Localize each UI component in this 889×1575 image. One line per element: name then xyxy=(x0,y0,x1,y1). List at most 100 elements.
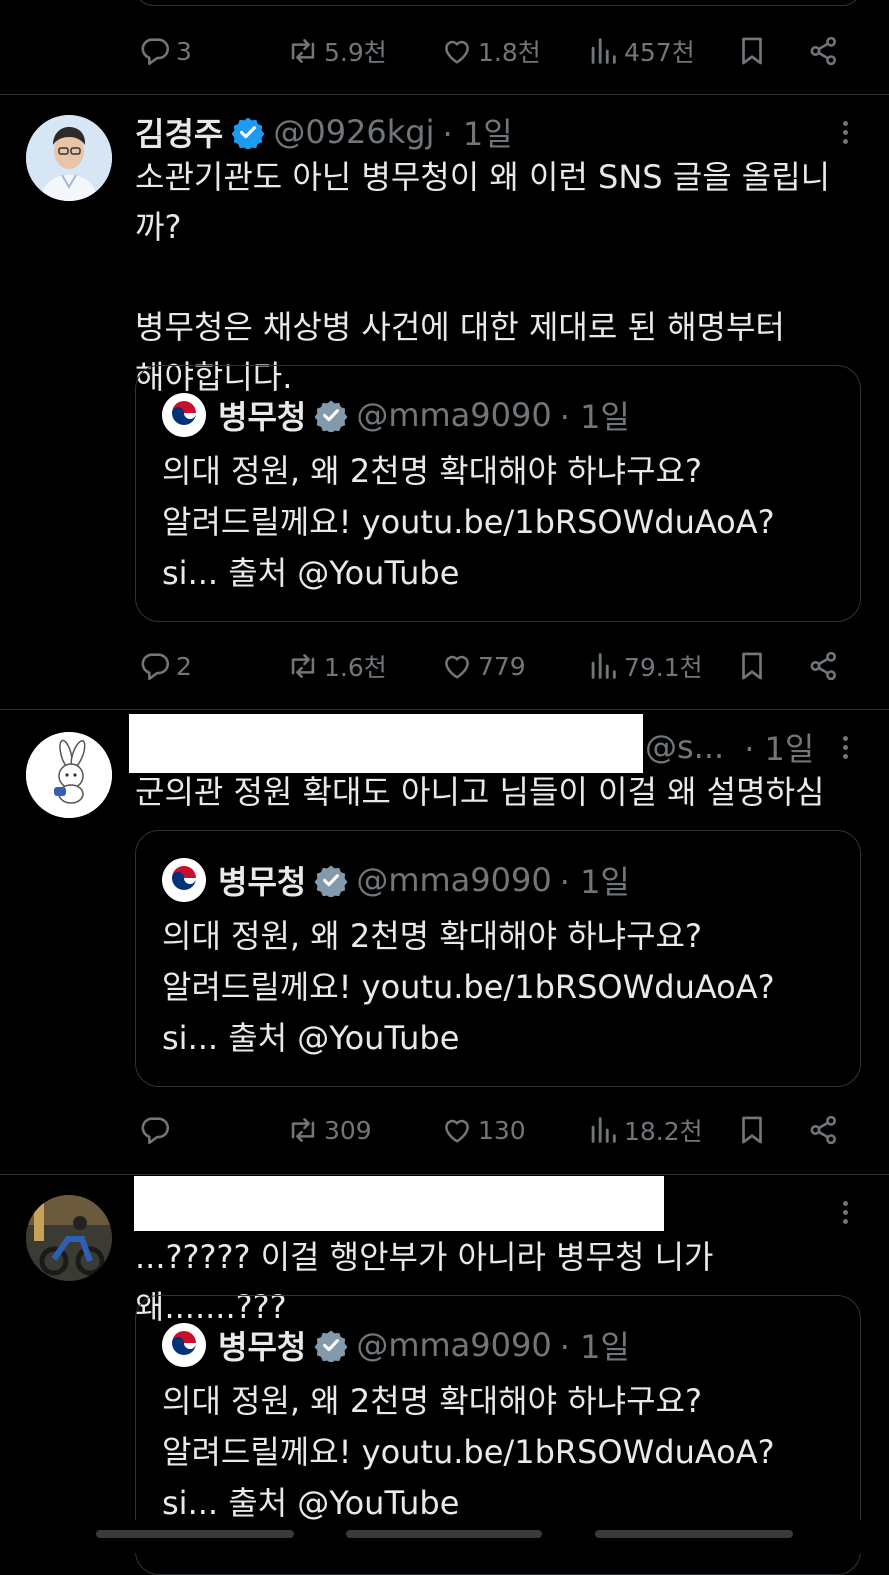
views-button[interactable]: 79.1천 xyxy=(586,646,703,686)
repost-count: 309 xyxy=(324,1115,372,1145)
verified-gov-icon xyxy=(314,398,348,432)
like-icon xyxy=(440,649,474,683)
post-text: 군의관 정원 확대도 아니고 님들이 이걸 왜 설명하심 xyxy=(135,773,825,811)
quote-time: · 1일 xyxy=(559,1328,630,1366)
post-time: · 1일 xyxy=(744,730,815,768)
mma-logo-icon xyxy=(162,1323,206,1367)
mma-logo-icon xyxy=(162,393,206,437)
views-icon xyxy=(586,1113,620,1147)
mma-logo-icon xyxy=(162,858,206,902)
more-button[interactable] xyxy=(830,732,860,762)
reply-count: 2 xyxy=(176,651,192,681)
avatar-motorcycle-photo xyxy=(26,1195,112,1281)
reply-button[interactable]: 2 xyxy=(138,646,192,686)
avatar-rabbit-image xyxy=(26,732,112,818)
post-2[interactable]: @s... · 1일 군의관 정원 확대도 아니고 님들이 이걸 왜 설명하심 … xyxy=(0,710,889,1173)
repost-icon xyxy=(286,649,320,683)
like-count: 130 xyxy=(478,1115,526,1145)
quote-handle: @mma9090 xyxy=(356,396,552,434)
repost-button[interactable]: 1.6천 xyxy=(286,646,387,686)
repost-count: 5.9천 xyxy=(324,38,387,67)
view-count: 457천 xyxy=(624,38,695,67)
repost-count: 1.6천 xyxy=(324,653,387,682)
user-handle[interactable]: @0926kgj xyxy=(273,113,434,151)
reply-icon xyxy=(138,649,172,683)
nav-indicator[interactable] xyxy=(346,1530,542,1538)
redacted-name xyxy=(134,1176,664,1231)
redacted-name xyxy=(129,714,643,773)
post-time: · 1일 xyxy=(442,115,513,153)
views-button[interactable]: 18.2천 xyxy=(586,1110,703,1150)
prev-post-quote-edge xyxy=(135,0,861,6)
quote-time: · 1일 xyxy=(559,398,630,436)
bookmark-icon xyxy=(735,34,769,68)
avatar[interactable] xyxy=(26,1195,112,1281)
prev-post-actions: 3 5.9천 1.8천 457천 xyxy=(0,31,889,71)
post-header: 김경주 @0926kgj · 1일 xyxy=(135,109,513,155)
bookmark-button[interactable] xyxy=(735,31,769,71)
avatar[interactable] xyxy=(26,732,112,818)
views-button[interactable]: 457천 xyxy=(586,31,695,71)
quote-header: 병무청 @mma9090 · 1일 xyxy=(162,857,630,903)
repost-button[interactable]: 5.9천 xyxy=(286,31,387,71)
reply-icon xyxy=(138,1113,172,1147)
bookmark-icon xyxy=(735,649,769,683)
share-button[interactable] xyxy=(807,646,841,686)
user-handle[interactable]: @s... xyxy=(645,728,724,766)
post-1[interactable]: 김경주 @0926kgj · 1일 소관기관도 아닌 병무청이 왜 이런 SNS… xyxy=(0,95,889,707)
display-name[interactable]: 김경주 xyxy=(135,109,223,155)
like-icon xyxy=(440,34,474,68)
quote-time: · 1일 xyxy=(559,863,630,901)
share-icon xyxy=(807,1113,841,1147)
quote-handle: @mma9090 xyxy=(356,1326,552,1364)
like-button[interactable]: 130 xyxy=(440,1110,526,1150)
bookmark-button[interactable] xyxy=(735,1110,769,1150)
repost-icon xyxy=(286,34,320,68)
reply-button[interactable]: 3 xyxy=(138,31,192,71)
views-icon xyxy=(586,34,620,68)
bookmark-button[interactable] xyxy=(735,646,769,686)
quote-display-name: 병무청 xyxy=(218,1328,307,1366)
repost-button[interactable]: 309 xyxy=(286,1110,372,1150)
more-icon xyxy=(830,1201,860,1224)
quoted-post[interactable]: 병무청 @mma9090 · 1일 의대 정원, 왜 2천명 확대해야 하냐구요… xyxy=(135,830,861,1087)
repost-icon xyxy=(286,1113,320,1147)
post-3[interactable]: ...????? 이걸 행안부가 아니라 병무청 니가 왜.......??? … xyxy=(0,1175,889,1575)
like-button[interactable]: 779 xyxy=(440,646,526,686)
post-header: @s... · 1일 xyxy=(645,724,814,770)
like-icon xyxy=(440,1113,474,1147)
avatar[interactable] xyxy=(26,115,112,201)
more-button[interactable] xyxy=(830,117,860,147)
share-icon xyxy=(807,649,841,683)
share-icon xyxy=(807,34,841,68)
post-actions: 2 1.6천 779 79.1천 xyxy=(0,646,889,686)
like-button[interactable]: 1.8천 xyxy=(440,31,541,71)
nav-indicator[interactable] xyxy=(96,1530,294,1538)
bookmark-icon xyxy=(735,1113,769,1147)
nav-indicator[interactable] xyxy=(595,1530,793,1538)
quote-text: 의대 정원, 왜 2천명 확대해야 하냐구요? 알려드릴께요! youtu.be… xyxy=(162,452,775,592)
quote-text: 의대 정원, 왜 2천명 확대해야 하냐구요? 알려드릴께요! youtu.be… xyxy=(162,917,775,1057)
like-count: 779 xyxy=(478,651,526,681)
reply-count: 3 xyxy=(176,36,192,66)
view-count: 18.2천 xyxy=(624,1117,703,1146)
more-button[interactable] xyxy=(830,1197,860,1227)
share-button[interactable] xyxy=(807,1110,841,1150)
like-count: 1.8천 xyxy=(478,38,541,67)
quote-header: 병무청 @mma9090 · 1일 xyxy=(162,1322,630,1368)
post-actions: 309 130 18.2천 xyxy=(0,1110,889,1150)
quote-display-name: 병무청 xyxy=(218,863,307,901)
quoted-post[interactable]: 병무청 @mma9090 · 1일 의대 정원, 왜 2천명 확대해야 하냐구요… xyxy=(135,365,861,622)
avatar-photo xyxy=(26,115,112,201)
reply-button[interactable] xyxy=(138,1110,176,1150)
quote-text: 의대 정원, 왜 2천명 확대해야 하냐구요? 알려드릴께요! youtu.be… xyxy=(162,1382,775,1522)
quote-handle: @mma9090 xyxy=(356,861,552,899)
views-icon xyxy=(586,649,620,683)
verified-gov-icon xyxy=(314,863,348,897)
view-count: 79.1천 xyxy=(624,653,703,682)
quote-header: 병무청 @mma9090 · 1일 xyxy=(162,392,630,438)
reply-icon xyxy=(138,34,172,68)
share-button[interactable] xyxy=(807,31,841,71)
verified-icon xyxy=(231,115,265,149)
more-icon xyxy=(830,736,860,759)
